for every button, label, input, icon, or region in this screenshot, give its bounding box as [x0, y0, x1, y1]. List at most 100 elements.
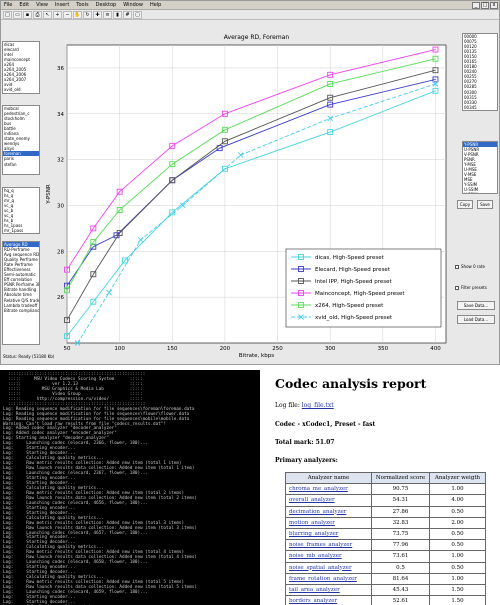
zoom-out-icon[interactable]: −	[63, 10, 72, 19]
menu-item-help[interactable]: Help	[150, 1, 161, 10]
col-normalized-score: Normalized score	[371, 471, 430, 485]
rd-chart: 50 100 150 200 250 300 350 400 26 28 30 32 34 36 Avera…	[41, 21, 451, 359]
new-icon[interactable]: □	[3, 10, 12, 19]
presets-listbox[interactable]: hq_q hs_q mr_q vc_q vc_b vc_q hs_b hs_1pass mr_1…	[2, 187, 40, 234]
table-row: borders_analyzer 52.61 1.50	[285, 595, 486, 605]
rotate-icon[interactable]: ↻	[83, 10, 92, 19]
y-tick-label: 30	[57, 203, 64, 209]
sequences-listbox[interactable]: mobcal pedestrian_c stockholm bus battle indi…	[2, 105, 40, 175]
menu-item-edit[interactable]: Edit	[19, 1, 29, 10]
total-mark: Total mark: 51.07	[275, 439, 335, 446]
filter-presets-checkbox[interactable]: Filter presets	[455, 285, 487, 290]
primary-analyzers-heading: Primary analyzers:	[275, 457, 338, 464]
legend-label: x264, High-Speed preset	[315, 303, 384, 309]
log-file-link[interactable]: log_file.txt	[302, 402, 334, 409]
status-text: Status: Ready (53180 Kb)	[3, 354, 55, 359]
y-tick-label: 34	[57, 112, 64, 118]
pan-icon[interactable]: ✋	[73, 10, 82, 19]
frames-listbox[interactable]: 00000 00075 00120 00135 00150 00165 00180 00240…	[462, 33, 498, 111]
sequence-list-item[interactable]: stefan	[3, 162, 39, 167]
checkbox-box[interactable]	[455, 264, 459, 269]
zoom-in-icon[interactable]: +	[53, 10, 62, 19]
analyzer-name-link[interactable]: chroma_me_analyzer	[285, 483, 372, 496]
metric-list-item[interactable]: V-SSIM	[463, 192, 497, 193]
colorbar-icon[interactable]: ▮	[113, 10, 122, 19]
analyzer-weight: 1.50	[429, 595, 486, 605]
y-tick-label: 26	[57, 295, 64, 301]
graph-list-item[interactable]: Relative Q/S tradeoff	[3, 298, 39, 303]
x-tick-label: 400	[430, 346, 441, 352]
menu-item-window[interactable]: Window	[123, 1, 143, 10]
analyzer-name-link[interactable]: noise_mb_analyzer	[285, 550, 372, 563]
load-data-button[interactable]: Load Data...	[457, 315, 495, 324]
y-tick-label: 36	[57, 66, 64, 72]
analyzer-weight: 2.00	[429, 516, 486, 529]
log-file-label: Log file:	[275, 402, 300, 409]
x-tick-label: 300	[325, 346, 336, 352]
show-zero-rate-label: Show 0 rate	[461, 264, 486, 269]
legend-label: dicas, High-Speed preset	[315, 255, 385, 261]
analyzer-name-link[interactable]: frame_rotation_analyzer	[285, 572, 372, 585]
rd-chart-svg: 50 100 150 200 250 300 350 400 26 28 30 32 34 36 Avera…	[46, 34, 447, 359]
grid-icon[interactable]: #	[123, 10, 132, 19]
analyzer-name-link[interactable]: overall_analyzer	[285, 494, 372, 507]
copy-button[interactable]: Copy	[457, 200, 473, 209]
metrics-listbox[interactable]: Y-PSNR U-PSNR V-PSNR PSNR Y-MSE U-MSE V-MSE MSE…	[462, 141, 498, 194]
save-button[interactable]: Save	[477, 200, 493, 209]
table-row: decimation_analyzer 27.86 0.50	[285, 505, 486, 518]
data-cursor-icon[interactable]: ✚	[93, 10, 102, 19]
pointer-icon[interactable]: ↖	[43, 10, 52, 19]
analyzer-name-link[interactable]: noise_spatial_analyzer	[285, 561, 372, 574]
box-icon[interactable]: ▢	[133, 10, 142, 19]
analysis-window: File Edit View Insert Tools Desktop Window Help…	[0, 0, 500, 365]
analyzer-name-link[interactable]: motion_analyzer	[285, 516, 372, 529]
normalized-score: 32.83	[371, 516, 430, 529]
analyzer-weight: 1.50	[429, 583, 486, 597]
save-icon[interactable]: ▪	[23, 10, 32, 19]
menu-item-view[interactable]: View	[36, 1, 48, 10]
console-output: ::::::::::::::::::::::::::::::::::::::::…	[0, 370, 260, 605]
window-controls: _ □ x	[471, 2, 498, 9]
analyzer-weight: 4.00	[429, 494, 486, 507]
normalized-score: 52.61	[371, 595, 430, 605]
open-icon[interactable]: ▭	[13, 10, 22, 19]
x-tick-label: 100	[114, 346, 125, 352]
x-tick-label: 250	[272, 346, 283, 352]
analyzer-name-link[interactable]: tail_area_analyzer	[285, 583, 372, 597]
graph-list-item[interactable]: Bitrate compliance	[3, 308, 39, 313]
x-axis-label: Bitrate, kbps	[239, 353, 274, 359]
normalized-score: 81.64	[371, 572, 430, 585]
maximize-button[interactable]: □	[481, 2, 489, 9]
menu-item-file[interactable]: File	[4, 1, 12, 10]
analyzer-name-link[interactable]: borders_analyzer	[285, 595, 372, 605]
checkbox-box[interactable]	[455, 285, 459, 290]
minimize-button[interactable]: _	[472, 2, 480, 9]
close-button[interactable]: x	[490, 2, 498, 9]
x-tick-label: 200	[220, 346, 231, 352]
analyzer-name-link[interactable]: blurring_analyzer	[285, 527, 372, 541]
normalized-score: 90.75	[371, 483, 430, 496]
menu-item-desktop[interactable]: Desktop	[96, 1, 117, 10]
codec-list-item[interactable]: xvid_old	[3, 87, 39, 92]
report-title: Codec analysis report	[275, 376, 427, 391]
save-data-button[interactable]: Save Data...	[457, 301, 495, 310]
graph-type-listbox[interactable]: Average RD RD-Perframe Avg sequence RD Qual…	[2, 241, 40, 345]
analyzer-name-link[interactable]: noise_frames_analyzer	[285, 539, 372, 552]
analyzer-weight: 0.50	[429, 539, 486, 552]
frame-list-item[interactable]: 00345	[463, 105, 497, 110]
show-zero-rate-checkbox[interactable]: Show 0 rate	[455, 264, 485, 269]
table-header-row: Analyzer name Normalized score Analyzer …	[285, 471, 486, 485]
codecs-listbox[interactable]: dicas elecard intel mainconcept x264 x264_200…	[2, 41, 40, 94]
print-icon[interactable]: ⎙	[33, 10, 42, 19]
legend-icon[interactable]: ≡	[103, 10, 112, 19]
analyzer-name-link[interactable]: decimation_analyzer	[285, 505, 372, 518]
menu-item-tools[interactable]: Tools	[76, 1, 88, 10]
analyzer-weight: 0.50	[429, 561, 486, 574]
analyzer-weight: 1.00	[429, 483, 486, 496]
graph-list-item[interactable]: Lambda tradeoff	[3, 303, 39, 308]
menu-item-insert[interactable]: Insert	[55, 1, 69, 10]
y-tick-label: 32	[57, 158, 64, 164]
menu-bar: File Edit View Insert Tools Desktop Window Help…	[1, 1, 499, 10]
normalized-score: 73.75	[371, 527, 430, 541]
preset-list-item[interactable]: mr_1pass	[3, 228, 39, 233]
